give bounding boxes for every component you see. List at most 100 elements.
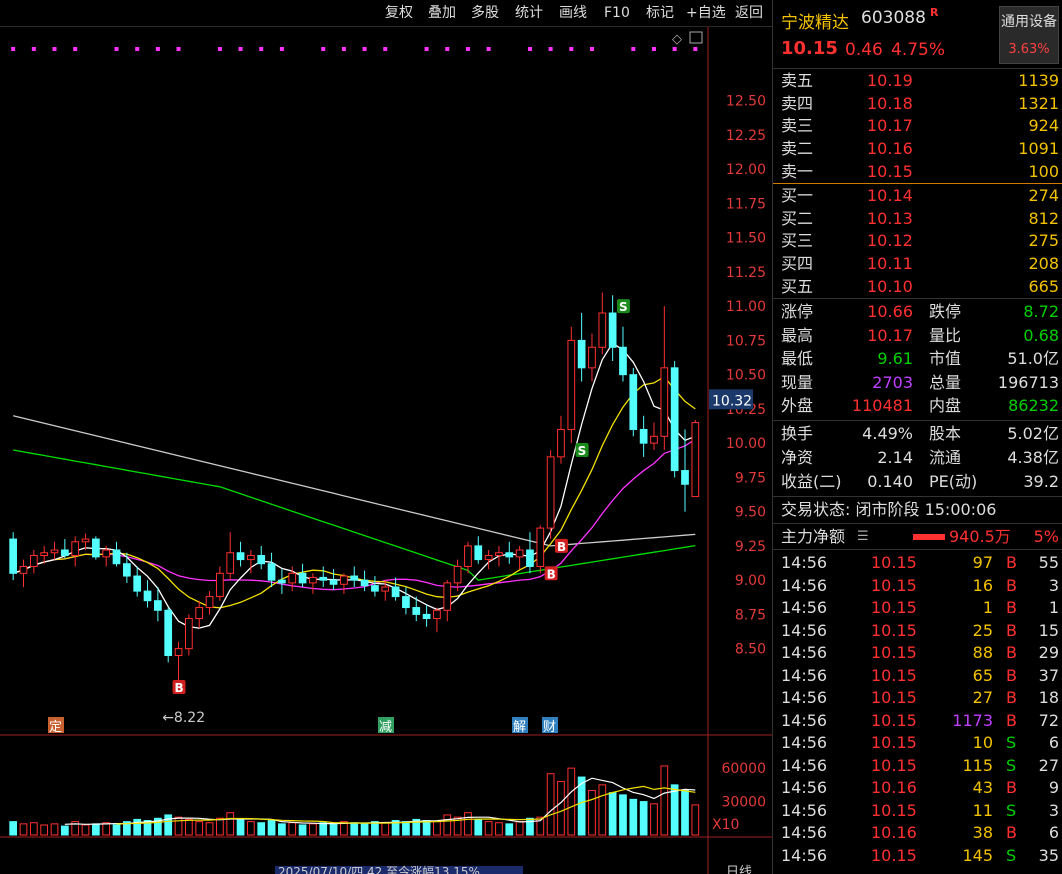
price-change: 0.46 [845,40,883,60]
stat-row: 最低 9.61 市值 51.0亿 [773,348,1062,370]
book-divider [773,183,1062,184]
tick-row: 14:56 10.15 25 B 15 [773,620,1062,642]
tick-time: 14:56 [781,778,828,797]
candle-body [474,545,483,561]
volume-bar [112,824,121,836]
stat-label: 现量 [781,372,814,392]
period-label[interactable]: 日线 [726,865,752,874]
toolbar-button-2[interactable]: 多股 [471,3,499,23]
bid-price: 10.11 [867,254,913,274]
tick-direction: B [1006,553,1017,572]
toolbar-button-6[interactable]: 标记 [646,3,674,23]
candle-body [546,456,555,529]
bid-row: 买五 10.10 665 [773,276,1062,298]
stat-value: 2.14 [877,448,913,467]
tick-price: 10.15 [871,710,917,730]
tick-count: 15 [1038,620,1059,640]
toolbar-button-5[interactable]: F10 [604,3,630,23]
ask-volume: 924 [1028,116,1059,136]
tick-price: 10.15 [871,688,917,707]
top-dot [259,47,264,51]
stat-value: 39.2 [1023,472,1059,491]
volume-bar [19,823,28,836]
candle-body [185,618,193,650]
tick-price: 10.16 [871,823,917,842]
toolbar-button-8[interactable]: 返回 [735,3,763,23]
volume-bar [29,822,38,836]
toolbar-button-3[interactable]: 统计 [515,3,543,23]
candle-body [154,600,162,611]
volume-bar [81,824,90,836]
event-marker-text: 定 [49,720,62,735]
tick-row: 14:56 10.15 1 B 1 [773,597,1062,619]
stat-value: 0.140 [867,472,913,491]
tick-volume: 11 [972,800,993,820]
stat-row: 涨停 10.66 跌停 8.72 [773,301,1062,323]
stat-label: 净资 [781,448,814,467]
volume-bar [505,823,514,836]
toolbar-button-4[interactable]: 画线 [559,3,587,23]
divider [773,68,1062,69]
tick-count: 18 [1038,688,1059,707]
tick-count: 29 [1038,643,1059,662]
ask-volume: 1321 [1018,93,1059,113]
candle-body [453,565,462,584]
tick-price: 10.15 [871,643,917,662]
tick-count: 72 [1038,710,1059,730]
stat-label: 换手 [781,424,814,443]
toolbar-button-0[interactable]: 复权 [385,3,413,23]
ask-row: 卖二 10.16 1091 [773,138,1062,160]
candle-body [639,428,648,444]
candle-body [226,552,235,574]
top-dot [383,47,388,51]
candle-body [650,435,658,444]
tick-count: 3 [1048,800,1059,820]
tick-volume: 27 [972,688,993,707]
tick-time: 14:56 [781,575,828,595]
candle-body [340,575,348,585]
candle-body [464,545,472,567]
volume-bar [670,784,679,836]
toolbar-button-1[interactable]: 叠加 [428,3,456,23]
candle-body [81,538,90,543]
current-price-tag-text: 10.32 [712,393,752,409]
toolbar-button-7[interactable]: +自选 [686,3,726,23]
panel-toggle-icon[interactable] [689,31,703,44]
stat-value: 10.66 [867,302,913,321]
tick-row: 14:56 10.15 1173 B 72 [773,710,1062,732]
volume-bar [40,824,49,836]
volume-bar [433,821,441,836]
candle-body [381,586,390,592]
industry-label: 通用设备 [1001,14,1057,30]
event-marker-text: 财 [543,720,556,735]
tick-row: 14:56 10.15 145 S 35 [773,845,1062,867]
bid-row: 买三 10.12 275 [773,230,1062,252]
bid-label: 买一 [781,186,814,205]
top-dot [114,47,119,51]
price-tick: 10.75 [726,333,766,349]
volume-bar [567,767,576,836]
candle-body [247,554,255,561]
tick-count: 27 [1038,755,1059,775]
stat-value: 110481 [851,396,913,416]
top-dot [631,47,636,51]
volume-bar [329,823,338,836]
tick-row: 14:56 10.15 10 S 6 [773,732,1062,754]
kline-chart[interactable]: ◇ 12.50 12.25 12.00 11.75 11.50 11.25 11.00 10.7… [0,27,772,874]
tick-volume: 145 [962,845,993,865]
tick-price: 10.15 [871,755,917,775]
diamond-icon[interactable]: ◇ [672,32,682,47]
quote-panel: 宁波精达 603088 R 通用设备 3.63% 10.15 0.46 4.75… [772,0,1062,874]
stat-label: 流通 [929,448,962,467]
volume-bar [619,794,627,836]
volume-bar [443,814,452,836]
volume-bar [588,789,596,836]
stock-name: 宁波精达 [781,13,849,33]
chart-area[interactable]: 复权 叠加 多股 统计 画线 F10 标记 +自选 返回 ◇ 12.50 12.25 12.00 11.… [0,0,772,874]
industry-button[interactable]: 通用设备 3.63% [999,6,1059,64]
signal-s-text: S [619,300,628,314]
signal-s-text: S [578,444,587,458]
price-tick: 9.00 [735,573,766,589]
tick-row: 14:56 10.15 11 S 3 [773,800,1062,822]
list-icon[interactable]: ☰ [857,526,869,548]
